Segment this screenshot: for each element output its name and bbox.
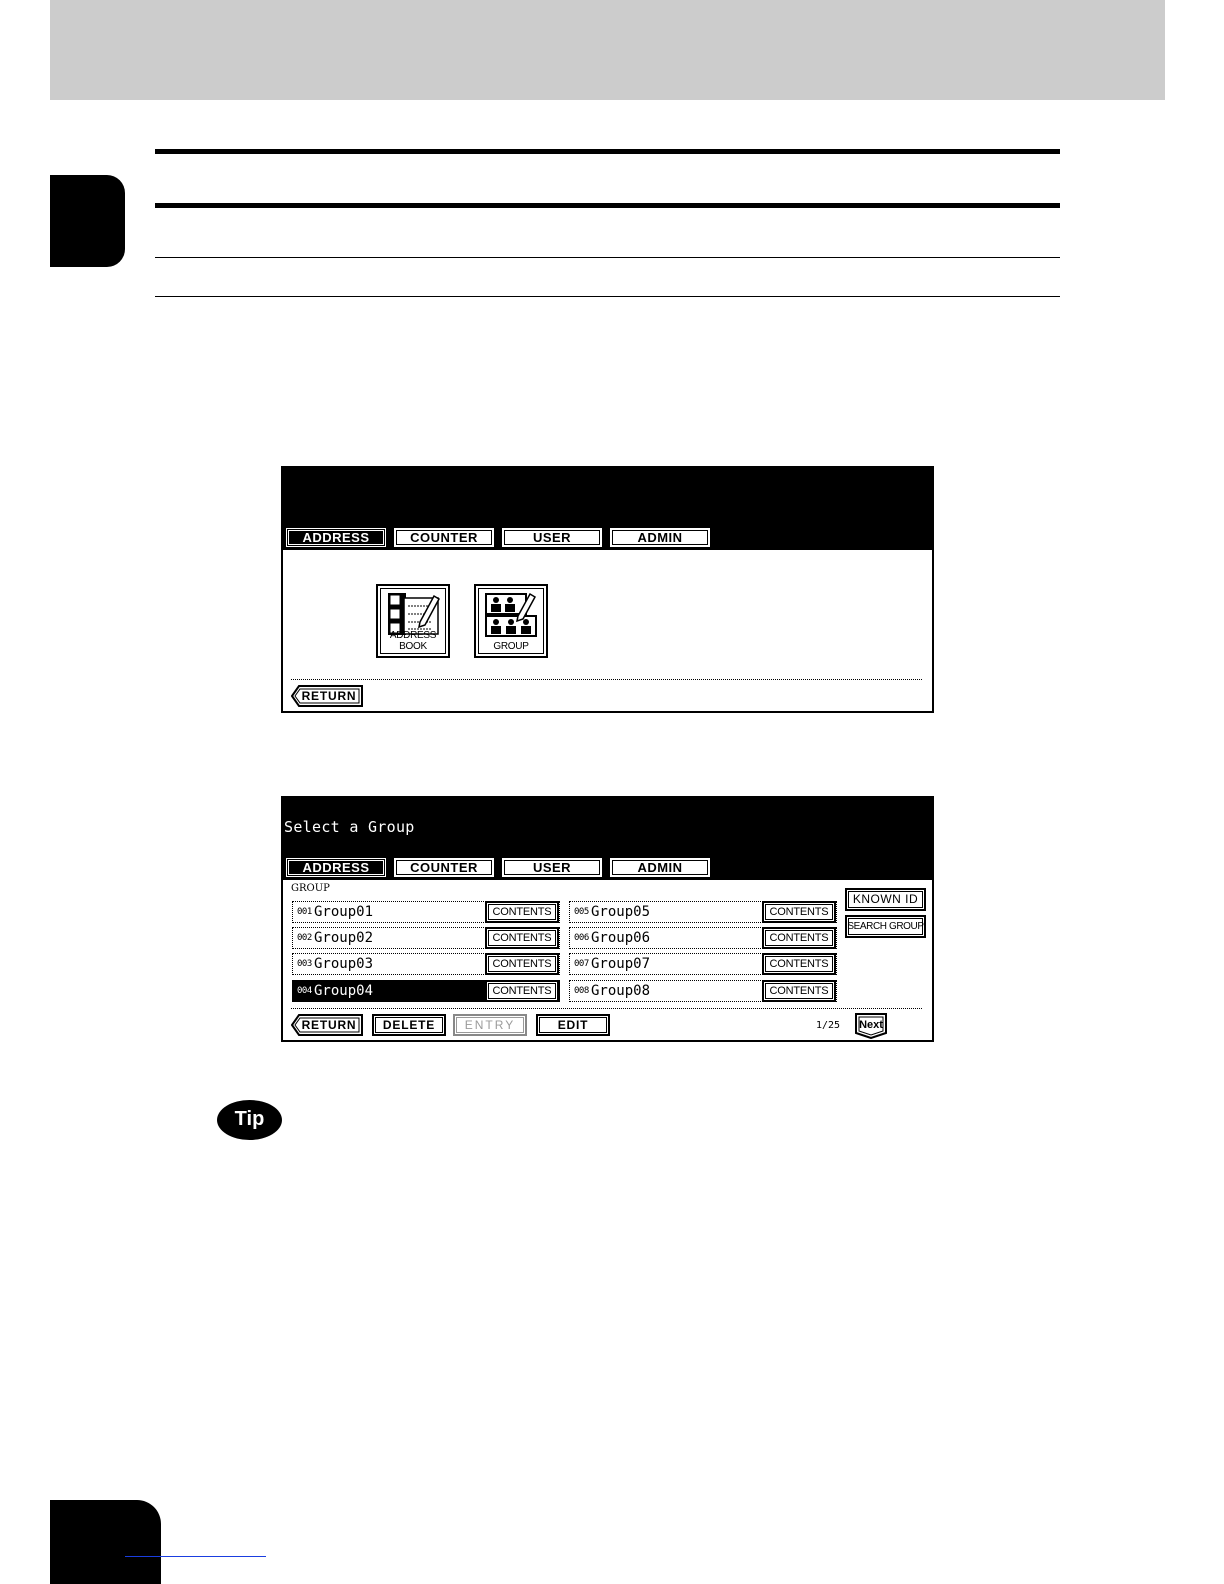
next-button[interactable]: Next: [855, 1013, 887, 1040]
page-header-band: [50, 0, 1165, 100]
return-button[interactable]: RETURN: [291, 685, 363, 707]
group-name: Group08: [591, 983, 651, 999]
group-name: Group05: [591, 904, 651, 920]
page-indicator: 1/25: [816, 1020, 841, 1031]
screen-header: Select a Group ADDRESS COUNTER USER ADMI…: [283, 798, 932, 880]
group-number: 006: [574, 933, 589, 943]
chapter-tab: [50, 175, 125, 267]
tab-user[interactable]: USER: [502, 858, 602, 877]
group-number: 005: [574, 907, 589, 917]
search-group-button[interactable]: SEARCH GROUP: [845, 915, 926, 938]
address-menu-screen: ADDRESS COUNTER USER ADMIN ADDRESS BOOK: [281, 466, 934, 713]
return-label: RETURN: [301, 1018, 357, 1032]
tab-user[interactable]: USER: [502, 528, 602, 547]
tab-counter[interactable]: COUNTER: [394, 858, 494, 877]
contents-button[interactable]: CONTENTS: [762, 953, 836, 975]
footer-link-underline[interactable]: [125, 1556, 266, 1557]
address-book-label: ADDRESS BOOK: [389, 630, 437, 652]
group-number: 007: [574, 959, 589, 969]
next-arrow-icon: Next: [855, 1013, 887, 1040]
tab-address[interactable]: ADDRESS: [286, 858, 386, 877]
return-button[interactable]: RETURN: [291, 1014, 363, 1036]
screen-title: Select a Group: [284, 818, 415, 836]
contents-button[interactable]: CONTENTS: [485, 953, 559, 975]
next-label: Next: [859, 1019, 883, 1031]
group-name: Group04: [314, 983, 374, 999]
select-group-screen: Select a Group ADDRESS COUNTER USER ADMI…: [281, 796, 934, 1042]
contents-button[interactable]: CONTENTS: [485, 901, 559, 923]
rule-top: [155, 149, 1060, 154]
group-name: Group03: [314, 956, 374, 972]
address-book-button[interactable]: ADDRESS BOOK: [376, 584, 450, 658]
contents-button[interactable]: CONTENTS: [762, 980, 836, 1002]
delete-button[interactable]: DELETE: [372, 1014, 446, 1036]
contents-button[interactable]: CONTENTS: [762, 927, 836, 949]
page-number-tab: [50, 1500, 161, 1584]
group-name: Group07: [591, 956, 651, 972]
divider: [291, 679, 922, 680]
rule-thin-2: [155, 296, 1060, 297]
return-label: RETURN: [301, 689, 357, 703]
group-number: 008: [574, 986, 589, 996]
rule-heading: [155, 203, 1060, 208]
group-label: GROUP: [493, 641, 529, 652]
group-number: 003: [297, 959, 312, 969]
known-id-button[interactable]: KNOWN ID: [845, 888, 926, 911]
contents-button[interactable]: CONTENTS: [485, 927, 559, 949]
tab-admin[interactable]: ADMIN: [610, 528, 710, 547]
group-name: Group02: [314, 930, 374, 946]
group-name: Group01: [314, 904, 374, 920]
tab-counter[interactable]: COUNTER: [394, 528, 494, 547]
contents-button[interactable]: CONTENTS: [485, 980, 559, 1002]
edit-button[interactable]: EDIT: [536, 1014, 610, 1036]
group-button[interactable]: GROUP: [474, 584, 548, 658]
group-number: 004: [297, 986, 312, 996]
screen-header: ADDRESS COUNTER USER ADMIN: [283, 468, 932, 550]
entry-button[interactable]: ENTRY: [453, 1014, 527, 1036]
divider: [291, 1008, 922, 1009]
group-number: 002: [297, 933, 312, 943]
group-icon: [485, 592, 537, 637]
tip-badge: Tip: [217, 1100, 282, 1140]
group-number: 001: [297, 907, 312, 917]
contents-button[interactable]: CONTENTS: [762, 901, 836, 923]
section-label: GROUP: [291, 883, 330, 894]
tab-admin[interactable]: ADMIN: [610, 858, 710, 877]
rule-thin-1: [155, 257, 1060, 258]
group-name: Group06: [591, 930, 651, 946]
tab-address[interactable]: ADDRESS: [286, 528, 386, 547]
